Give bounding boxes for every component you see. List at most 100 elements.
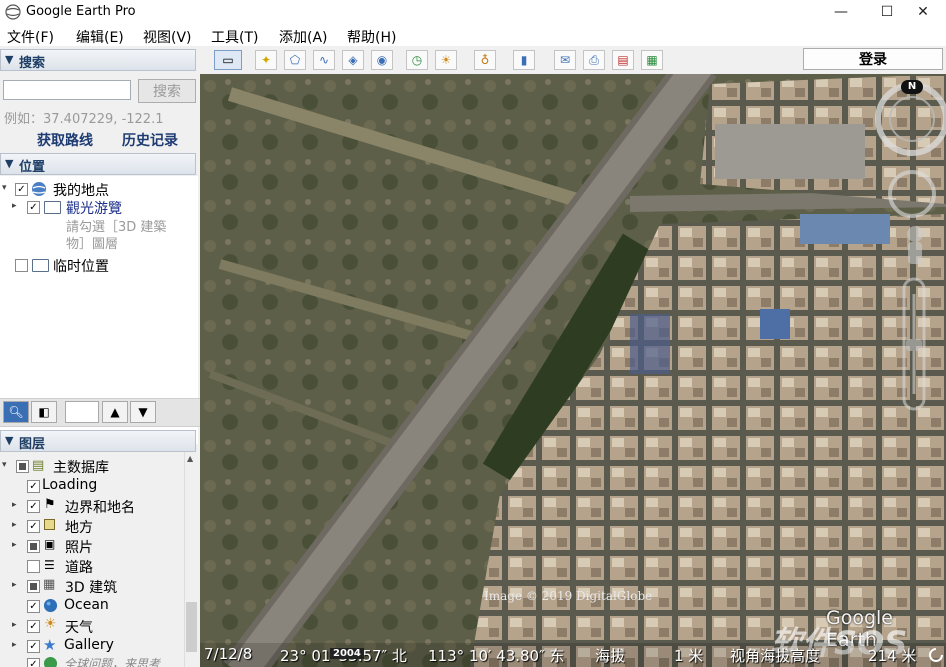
expander-icon[interactable]: ▸ — [12, 540, 17, 550]
checkbox[interactable]: ✓ — [15, 183, 28, 196]
save-image-icon[interactable]: ▤ — [612, 50, 634, 70]
layers-stack-icon: ▤ — [32, 458, 45, 473]
sunlight-icon[interactable]: ☀ — [435, 50, 457, 70]
expander-icon[interactable]: ▸ — [12, 640, 17, 650]
layer-item[interactable]: ▸ ✓ ☀ 天气 — [0, 616, 184, 636]
checkbox[interactable] — [15, 259, 28, 272]
layer-label: Ocean — [64, 597, 109, 613]
folder-icon — [44, 201, 61, 214]
layer-item[interactable]: ▸ ✓ 地方 — [0, 516, 184, 536]
email-icon[interactable]: ✉ — [554, 50, 576, 70]
expander-icon[interactable]: ▸ — [12, 620, 17, 630]
search-hint: 例如：37.407229, -122.1 — [4, 112, 164, 127]
checkbox[interactable] — [27, 580, 40, 593]
search-magnifier-icon[interactable]: 🔍︎ — [3, 401, 29, 423]
checkbox[interactable]: ✓ — [27, 600, 40, 613]
layer-label: 地方 — [65, 520, 93, 536]
expander-icon[interactable]: ▾ — [2, 183, 7, 193]
record-tour-icon[interactable]: ◉ — [371, 50, 393, 70]
sidebar-toggle-icon[interactable]: ▭ — [214, 50, 242, 70]
checkbox[interactable]: ✓ — [27, 500, 40, 513]
history-link[interactable]: 历史记录 — [122, 130, 178, 150]
panel-toggle-icon[interactable]: ◧ — [31, 401, 57, 423]
layer-label: 3D 建筑 — [65, 580, 118, 596]
layer-item[interactable]: ✓ Loading — [0, 476, 184, 496]
layer-item[interactable]: ▸ ▣ 照片 — [0, 536, 184, 556]
globe-icon — [43, 656, 58, 667]
planets-icon[interactable]: ♁ — [474, 50, 496, 70]
close-button[interactable]: ✕ — [900, 0, 946, 24]
search-input[interactable] — [3, 80, 131, 100]
street-view-pegman[interactable] — [907, 226, 923, 264]
status-bar: 7/12/8 23° 01′ 35.57″ 北 2004 113° 10′ 43… — [200, 643, 946, 667]
search-section-header[interactable]: ▼ 搜索 — [0, 49, 196, 71]
checkbox[interactable]: ✓ — [27, 520, 40, 533]
historical-imagery-icon[interactable]: ◷ — [406, 50, 428, 70]
checkbox[interactable] — [16, 460, 29, 473]
checkbox[interactable]: ✓ — [27, 658, 40, 667]
scroll-up-icon[interactable]: ▲ — [187, 454, 193, 463]
tree-item-my-places[interactable]: ▾ ✓ 我的地点 — [0, 179, 198, 199]
checkbox[interactable]: ✓ — [27, 201, 40, 214]
menu-view[interactable]: 视图(V) — [143, 27, 192, 47]
layer-label: 主数据库 — [53, 460, 109, 476]
folder-icon — [32, 259, 49, 272]
menu-edit[interactable]: 编辑(E) — [76, 27, 124, 47]
add-path-icon[interactable]: ∿ — [313, 50, 335, 70]
checkbox[interactable] — [27, 560, 40, 573]
expander-icon[interactable]: ▸ — [12, 201, 17, 211]
layer-item[interactable]: ☰ 道路 — [0, 556, 184, 576]
expander-icon[interactable]: ▾ — [2, 460, 7, 470]
tree-item-temporary[interactable]: 临时位置 — [0, 255, 198, 275]
layer-item[interactable]: ▸ ✓ ★ Gallery — [0, 636, 184, 656]
collapse-triangle-icon: ▼ — [5, 157, 14, 170]
layers-tree: ▾ ▤ 主数据库 ✓ Loading ▸ ✓ ⚑ 边界和地名 ▸ ✓ 地方 ▸ … — [0, 452, 184, 667]
add-placemark-icon[interactable]: ✦ — [255, 50, 277, 70]
layer-label: 边界和地名 — [65, 500, 135, 516]
layers-scrollbar[interactable]: ▲ — [184, 452, 199, 667]
imagery-attribution: Image © 2019 DigitalGlobe — [484, 589, 653, 603]
menu-add[interactable]: 添加(A) — [279, 27, 328, 47]
layer-item[interactable]: ✓ Ocean — [0, 596, 184, 616]
layer-item[interactable]: ✓ 全球问题，来思考 — [0, 654, 184, 667]
move-down-icon[interactable]: ▼ — [130, 401, 156, 423]
add-overlay-icon[interactable]: ◈ — [342, 50, 364, 70]
checkbox[interactable]: ✓ — [27, 480, 40, 493]
expander-icon[interactable]: ▸ — [12, 500, 17, 510]
map-view[interactable]: N Image © 2019 DigitalGlobe Google Earth… — [200, 74, 946, 667]
weather-sun-icon: ☀ — [44, 616, 57, 632]
layer-item[interactable]: ▸ ▦ 3D 建筑 — [0, 576, 184, 596]
sign-in-button[interactable]: 登录 — [803, 48, 943, 70]
menu-file[interactable]: 文件(F) — [7, 27, 54, 47]
places-section-header[interactable]: ▼ 位置 — [0, 153, 196, 175]
flag-icon: ⚑ — [44, 497, 56, 512]
layer-item[interactable]: ▾ ▤ 主数据库 — [0, 456, 184, 476]
search-button[interactable]: 搜索 — [138, 79, 196, 103]
view-in-maps-icon[interactable]: ▦ — [641, 50, 663, 70]
minimize-button[interactable]: — — [818, 0, 864, 24]
scrollbar-thumb[interactable] — [186, 602, 197, 652]
print-icon[interactable]: ⎙ — [583, 50, 605, 70]
places-filter-input[interactable] — [65, 401, 99, 423]
loading-spinner-icon — [929, 648, 943, 662]
historical-year-badge[interactable]: 2004 — [330, 648, 364, 659]
get-directions-link[interactable]: 获取路线 — [37, 130, 93, 150]
places-square-icon — [44, 519, 55, 530]
expander-icon[interactable]: ▸ — [12, 580, 17, 590]
photo-icon: ▣ — [44, 537, 56, 551]
layers-section-header[interactable]: ▼ 图层 — [0, 430, 196, 452]
longitude-readout: 113° 10′ 43.80″ 东 — [428, 647, 565, 665]
move-up-icon[interactable]: ▲ — [102, 401, 128, 423]
add-polygon-icon[interactable]: ⬠ — [284, 50, 306, 70]
layer-label: 道路 — [65, 560, 93, 576]
checkbox[interactable] — [27, 540, 40, 553]
ruler-icon[interactable]: ▮ — [513, 50, 535, 70]
layer-item[interactable]: ▸ ✓ ⚑ 边界和地名 — [0, 496, 184, 516]
menu-help[interactable]: 帮助(H) — [347, 27, 396, 47]
layers-header-label: 图层 — [19, 437, 46, 452]
checkbox[interactable]: ✓ — [27, 640, 40, 653]
expander-icon[interactable]: ▸ — [12, 520, 17, 530]
menu-tools[interactable]: 工具(T) — [211, 27, 258, 47]
tree-item-sightseeing[interactable]: ▸ ✓ 觀光游覽 — [0, 197, 198, 217]
checkbox[interactable]: ✓ — [27, 620, 40, 633]
